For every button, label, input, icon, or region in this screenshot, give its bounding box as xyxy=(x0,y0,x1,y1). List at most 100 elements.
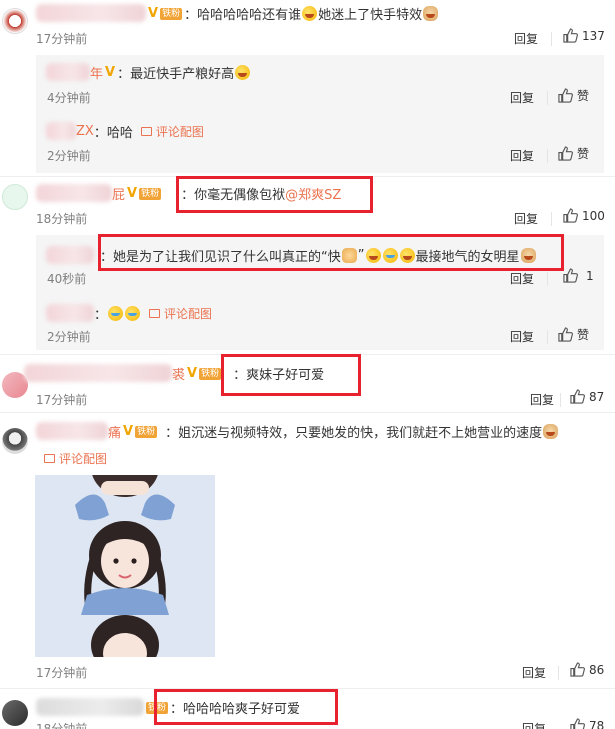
separator xyxy=(0,176,615,177)
avatar[interactable] xyxy=(2,8,28,34)
reply-button[interactable]: 回复 xyxy=(514,30,538,47)
comment-line: 年 V ：最近快手产粮好高 xyxy=(90,63,251,82)
timestamp: 2分钟前 xyxy=(47,330,91,344)
comment-text-tail: 她迷上了快手特效 xyxy=(318,8,423,23)
comment-text: ：哈哈 xyxy=(93,126,133,141)
comment-image-link[interactable]: 评论配图 xyxy=(44,450,107,467)
divider xyxy=(551,32,552,46)
username[interactable] xyxy=(46,304,94,322)
like-count: 137 xyxy=(582,28,605,43)
username[interactable] xyxy=(36,184,112,202)
comment-image-label: 评论配图 xyxy=(59,452,108,466)
reply-button[interactable]: 回复 xyxy=(510,270,534,287)
laugh-emoji-icon xyxy=(399,248,415,263)
comment-line: 痛 V 铁粉 ：姐沉迷与视频特效，只要她发的快，我们就赶不上她营业的速度 xyxy=(108,422,559,441)
timestamp: 17分钟前 xyxy=(36,32,88,46)
reply-button[interactable]: 回复 xyxy=(522,720,546,729)
timestamp: 17分钟前 xyxy=(36,393,88,407)
divider xyxy=(547,91,548,105)
comment-text: ： xyxy=(94,308,108,323)
fan-badge: 铁粉 xyxy=(146,701,169,714)
like-button[interactable]: 78 xyxy=(570,718,604,729)
like-button[interactable]: 赞 xyxy=(558,145,589,162)
fan-badge: 铁粉 xyxy=(139,187,162,200)
comment-line: 铁粉 ：哈哈哈哈爽子好可爱 xyxy=(146,698,300,717)
divider xyxy=(558,666,559,680)
comment-3: ZX ：哈哈 评论配图 2分钟前 回复 赞 xyxy=(0,114,615,170)
comment-text: ：最近快手产粮好高 xyxy=(117,67,235,82)
username[interactable] xyxy=(36,422,108,440)
reply-button[interactable]: 回复 xyxy=(510,147,534,164)
like-button[interactable]: 赞 xyxy=(558,326,589,343)
thumbs-up-icon xyxy=(558,88,573,103)
like-label: 赞 xyxy=(577,147,590,161)
divider xyxy=(547,272,548,286)
image-icon xyxy=(44,454,55,463)
divider xyxy=(547,330,548,344)
clap-emoji-icon xyxy=(341,248,357,263)
thumbs-up-icon xyxy=(563,268,578,283)
comment-image-link[interactable]: 评论配图 xyxy=(149,305,212,322)
cry-laugh-emoji-icon xyxy=(382,248,398,263)
like-label: 赞 xyxy=(577,328,590,342)
like-button[interactable]: 86 xyxy=(570,662,604,677)
verified-icon: V xyxy=(187,366,198,381)
comment-text: ：爽妹子好可爱 xyxy=(233,368,325,383)
fan-badge: 铁粉 xyxy=(199,367,222,380)
username[interactable] xyxy=(24,364,172,382)
username-tail: 屁 xyxy=(112,188,126,203)
like-button[interactable]: 100 xyxy=(563,208,605,223)
like-button[interactable]: 1 xyxy=(563,268,594,283)
verified-icon: V xyxy=(148,6,159,21)
username[interactable] xyxy=(46,63,90,81)
verified-icon: V xyxy=(123,424,134,439)
fan-badge: 铁粉 xyxy=(160,7,183,20)
username[interactable] xyxy=(36,4,146,22)
avatar[interactable] xyxy=(2,700,28,726)
reply-button[interactable]: 回复 xyxy=(510,89,534,106)
image-icon xyxy=(149,309,161,318)
reply-button[interactable]: 回复 xyxy=(510,328,534,345)
comment-line: ZX ：哈哈 评论配图 xyxy=(76,122,204,141)
comment-1: V 铁粉 ：哈哈哈哈哈还有谁 她迷上了快手特效 17分钟前 回复 137 xyxy=(0,0,615,52)
timestamp: 17分钟前 xyxy=(36,666,88,680)
comment-7: 裘 V 铁粉 ：爽妹子好可爱 17分钟前 回复 87 xyxy=(0,358,615,408)
laugh-emoji-icon xyxy=(235,65,251,80)
username[interactable] xyxy=(46,122,76,140)
thumbs-up-icon xyxy=(570,718,585,729)
comment-line: 裘 V 铁粉 ：爽妹子好可爱 xyxy=(172,364,324,383)
like-button[interactable]: 87 xyxy=(570,389,604,404)
reply-button[interactable]: 回复 xyxy=(514,210,538,227)
comment-text: ：哈哈哈哈爽子好可爱 xyxy=(170,702,301,717)
separator xyxy=(0,354,615,355)
laugh-emoji-icon xyxy=(302,6,318,21)
timestamp: 4分钟前 xyxy=(47,91,91,105)
face-emoji-icon xyxy=(543,424,559,439)
timestamp: 18分钟前 xyxy=(36,212,88,226)
comment-4: 屁 V 铁粉 ：你毫无偶像包袱 @郑爽SZ 18分钟前 回复 100 xyxy=(0,178,615,230)
username[interactable] xyxy=(36,698,144,716)
timestamp: 40秒前 xyxy=(47,272,87,286)
comment-text: ：她是为了让我们见识了什么叫真正的“快 xyxy=(100,250,341,265)
reply-button[interactable]: 回复 xyxy=(530,391,554,408)
mention-link[interactable]: @郑爽SZ xyxy=(285,184,341,203)
timestamp: 2分钟前 xyxy=(47,149,91,163)
thumbs-up-icon xyxy=(558,327,573,342)
comment-9: 铁粉 ：哈哈哈哈爽子好可爱 18分钟前 回复 78 xyxy=(0,690,615,729)
like-count: 78 xyxy=(589,718,605,729)
separator xyxy=(0,688,615,689)
like-count: 86 xyxy=(589,662,605,677)
face-emoji-icon xyxy=(520,248,536,263)
laugh-emoji-icon xyxy=(365,248,381,263)
like-button[interactable]: 137 xyxy=(563,28,605,43)
avatar[interactable] xyxy=(2,428,28,454)
username-tail: 裘 xyxy=(172,368,186,383)
reply-button[interactable]: 回复 xyxy=(522,664,546,681)
username[interactable] xyxy=(46,246,94,264)
comment-line: ： 评论配图 xyxy=(94,304,212,323)
like-button[interactable]: 赞 xyxy=(558,87,589,104)
comment-photo[interactable] xyxy=(35,475,215,657)
comment-image-label: 评论配图 xyxy=(155,125,204,139)
avatar[interactable] xyxy=(2,184,28,210)
comment-image-link[interactable]: 评论配图 xyxy=(140,123,204,140)
